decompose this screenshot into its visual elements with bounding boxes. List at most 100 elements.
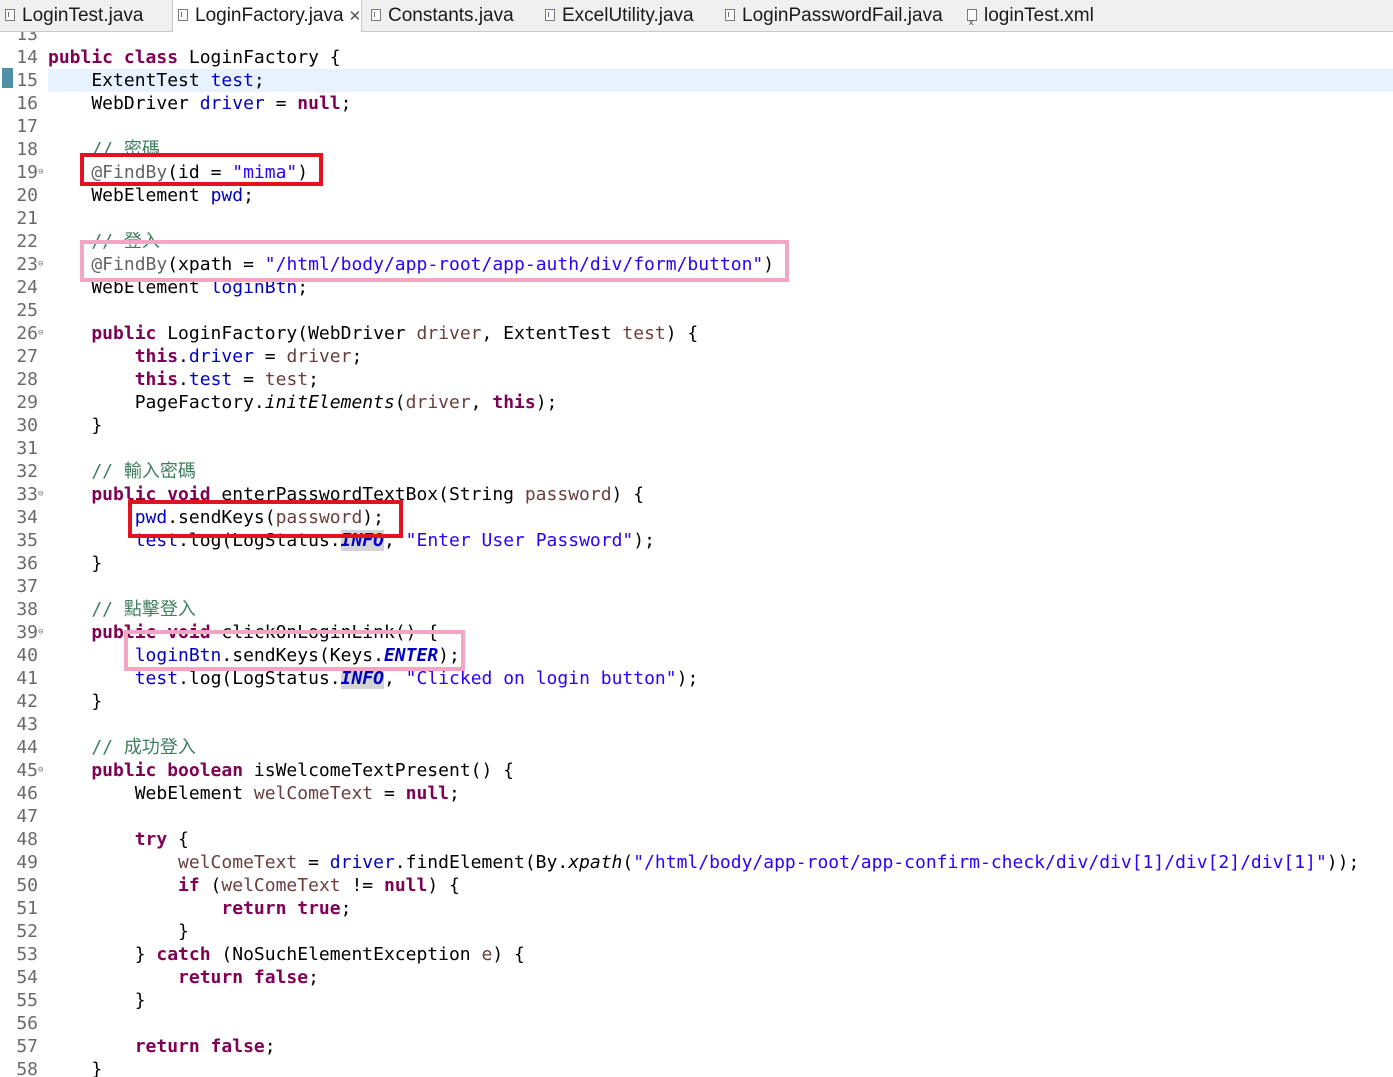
line-number: 56: [16, 1013, 38, 1034]
code-token: .log(LogStatus.: [178, 668, 341, 689]
code-line[interactable]: ExtentTest test;: [48, 69, 1393, 92]
code-token: , ExtentTest: [481, 323, 623, 344]
tab-loginpasswordfail-java[interactable]: LoginPasswordFail.java: [720, 0, 943, 31]
line-number: 36: [16, 553, 38, 574]
code-line[interactable]: }: [48, 690, 1393, 713]
fold-toggle-icon[interactable]: ⊖: [38, 759, 45, 782]
code-token: catch: [156, 944, 211, 965]
code-line[interactable]: }: [48, 552, 1393, 575]
code-token: this: [492, 392, 536, 413]
code-line[interactable]: public class LoginFactory {: [48, 46, 1393, 69]
code-line[interactable]: this.test = test;: [48, 368, 1393, 391]
fold-toggle-icon[interactable]: ⊖: [38, 621, 45, 644]
code-line[interactable]: WebElement loginBtn;: [48, 276, 1393, 299]
line-number: 52: [16, 921, 38, 942]
code-editor[interactable]: 13 14 public class LoginFactory {15 Extent…: [0, 32, 1393, 1077]
line-number: 45: [16, 760, 38, 781]
code-line[interactable]: // 輸入密碼: [48, 460, 1393, 483]
code-line[interactable]: welComeText = driver.findElement(By.xpat…: [48, 851, 1393, 874]
code-line[interactable]: [48, 437, 1393, 460]
code-line[interactable]: [48, 1012, 1393, 1035]
code-token: ;: [297, 277, 309, 298]
code-token: @FindBy: [48, 254, 168, 275]
code-line[interactable]: @FindBy(id = "mima"): [48, 161, 1393, 184]
tab-logintest-java[interactable]: LoginTest.java: [0, 0, 143, 31]
line-number: 42: [16, 691, 38, 712]
line-number: 46: [16, 783, 38, 804]
code-line[interactable]: }: [48, 989, 1393, 1012]
tab-constants-java[interactable]: Constants.java: [366, 0, 514, 31]
code-token: =: [232, 369, 265, 390]
line-number: 13: [16, 32, 38, 45]
code-line[interactable]: }: [48, 1058, 1393, 1077]
code-token: ;: [340, 93, 352, 114]
code-line[interactable]: public boolean isWelcomeTextPresent() {: [48, 759, 1393, 782]
code-line[interactable]: return false;: [48, 966, 1393, 989]
code-line[interactable]: // 成功登入: [48, 736, 1393, 759]
code-line[interactable]: return true;: [48, 897, 1393, 920]
tab-loginfactory-java[interactable]: LoginFactory.java ✕: [172, 0, 363, 32]
code-line[interactable]: [48, 575, 1393, 598]
code-line[interactable]: public void clickOnLoginLink() {: [48, 621, 1393, 644]
code-line[interactable]: // 密碼: [48, 138, 1393, 161]
code-line[interactable]: [48, 805, 1393, 828]
code-line[interactable]: WebElement welComeText = null;: [48, 782, 1393, 805]
close-tab-icon[interactable]: ✕: [349, 1, 362, 32]
code-token: @FindBy: [48, 162, 168, 183]
code-line[interactable]: public void enterPasswordTextBox(String …: [48, 483, 1393, 506]
tab-label: ExcelUtility.java: [562, 5, 694, 26]
code-line[interactable]: WebDriver driver = null;: [48, 92, 1393, 115]
line-number: 31: [16, 438, 38, 459]
code-line[interactable]: [48, 713, 1393, 736]
code-token: isWelcomeTextPresent() {: [243, 760, 515, 781]
code-line[interactable]: loginBtn.sendKeys(Keys.ENTER);: [48, 644, 1393, 667]
code-line[interactable]: PageFactory.initElements(driver, this);: [48, 391, 1393, 414]
tab-label: LoginPasswordFail.java: [742, 5, 943, 26]
code-token: ;: [253, 70, 265, 91]
fold-toggle-icon[interactable]: ⊖: [38, 253, 45, 276]
code-token: "/html/body/app-root/app-auth/div/form/b…: [264, 254, 764, 275]
code-line[interactable]: }: [48, 414, 1393, 437]
code-token: }: [48, 415, 103, 436]
code-line[interactable]: try {: [48, 828, 1393, 851]
code-token: this: [48, 346, 179, 367]
code-token: "mima": [232, 162, 298, 183]
code-token: welComeText: [253, 783, 374, 804]
code-token: .sendKeys(: [167, 507, 276, 528]
code-line[interactable]: this.driver = driver;: [48, 345, 1393, 368]
code-line[interactable]: } catch (NoSuchElementException e) {: [48, 943, 1393, 966]
fold-toggle-icon[interactable]: ⊖: [38, 483, 45, 506]
tab-excelutility-java[interactable]: ExcelUtility.java: [540, 0, 694, 31]
line-number: 16: [16, 93, 38, 114]
code-line[interactable]: // 登入: [48, 230, 1393, 253]
code-line[interactable]: public LoginFactory(WebDriver driver, Ex…: [48, 322, 1393, 345]
code-line[interactable]: test.log(LogStatus.INFO, "Clicked on log…: [48, 667, 1393, 690]
code-token: welComeText: [221, 875, 341, 896]
code-token: // 成功登入: [48, 737, 196, 758]
code-token: }: [48, 990, 146, 1011]
code-line[interactable]: [48, 299, 1393, 322]
code-token: WebElement: [48, 783, 254, 804]
code-token: ,: [470, 392, 493, 413]
code-line[interactable]: pwd.sendKeys(password);: [48, 506, 1393, 529]
code-line[interactable]: }: [48, 920, 1393, 943]
code-token: .sendKeys(Keys.: [221, 645, 384, 666]
code-line[interactable]: // 點擊登入: [48, 598, 1393, 621]
code-line[interactable]: test.log(LogStatus.INFO, "Enter User Pas…: [48, 529, 1393, 552]
code-line[interactable]: [48, 115, 1393, 138]
code-token: ) {: [492, 944, 525, 965]
code-line[interactable]: @FindBy(xpath = "/html/body/app-root/app…: [48, 253, 1393, 276]
fold-toggle-icon[interactable]: ⊖: [38, 161, 45, 184]
tab-logintest-xml[interactable]: loginTest.xml: [962, 0, 1094, 31]
line-number: 27: [16, 346, 38, 367]
code-token: test: [210, 70, 254, 91]
fold-toggle-icon[interactable]: ⊖: [38, 322, 45, 345]
line-number: 32: [16, 461, 38, 482]
code-line[interactable]: [48, 207, 1393, 230]
code-line[interactable]: [48, 32, 1393, 46]
code-token: public void: [48, 484, 211, 505]
code-line[interactable]: WebElement pwd;: [48, 184, 1393, 207]
code-line[interactable]: return false;: [48, 1035, 1393, 1058]
code-line[interactable]: if (welComeText != null) {: [48, 874, 1393, 897]
